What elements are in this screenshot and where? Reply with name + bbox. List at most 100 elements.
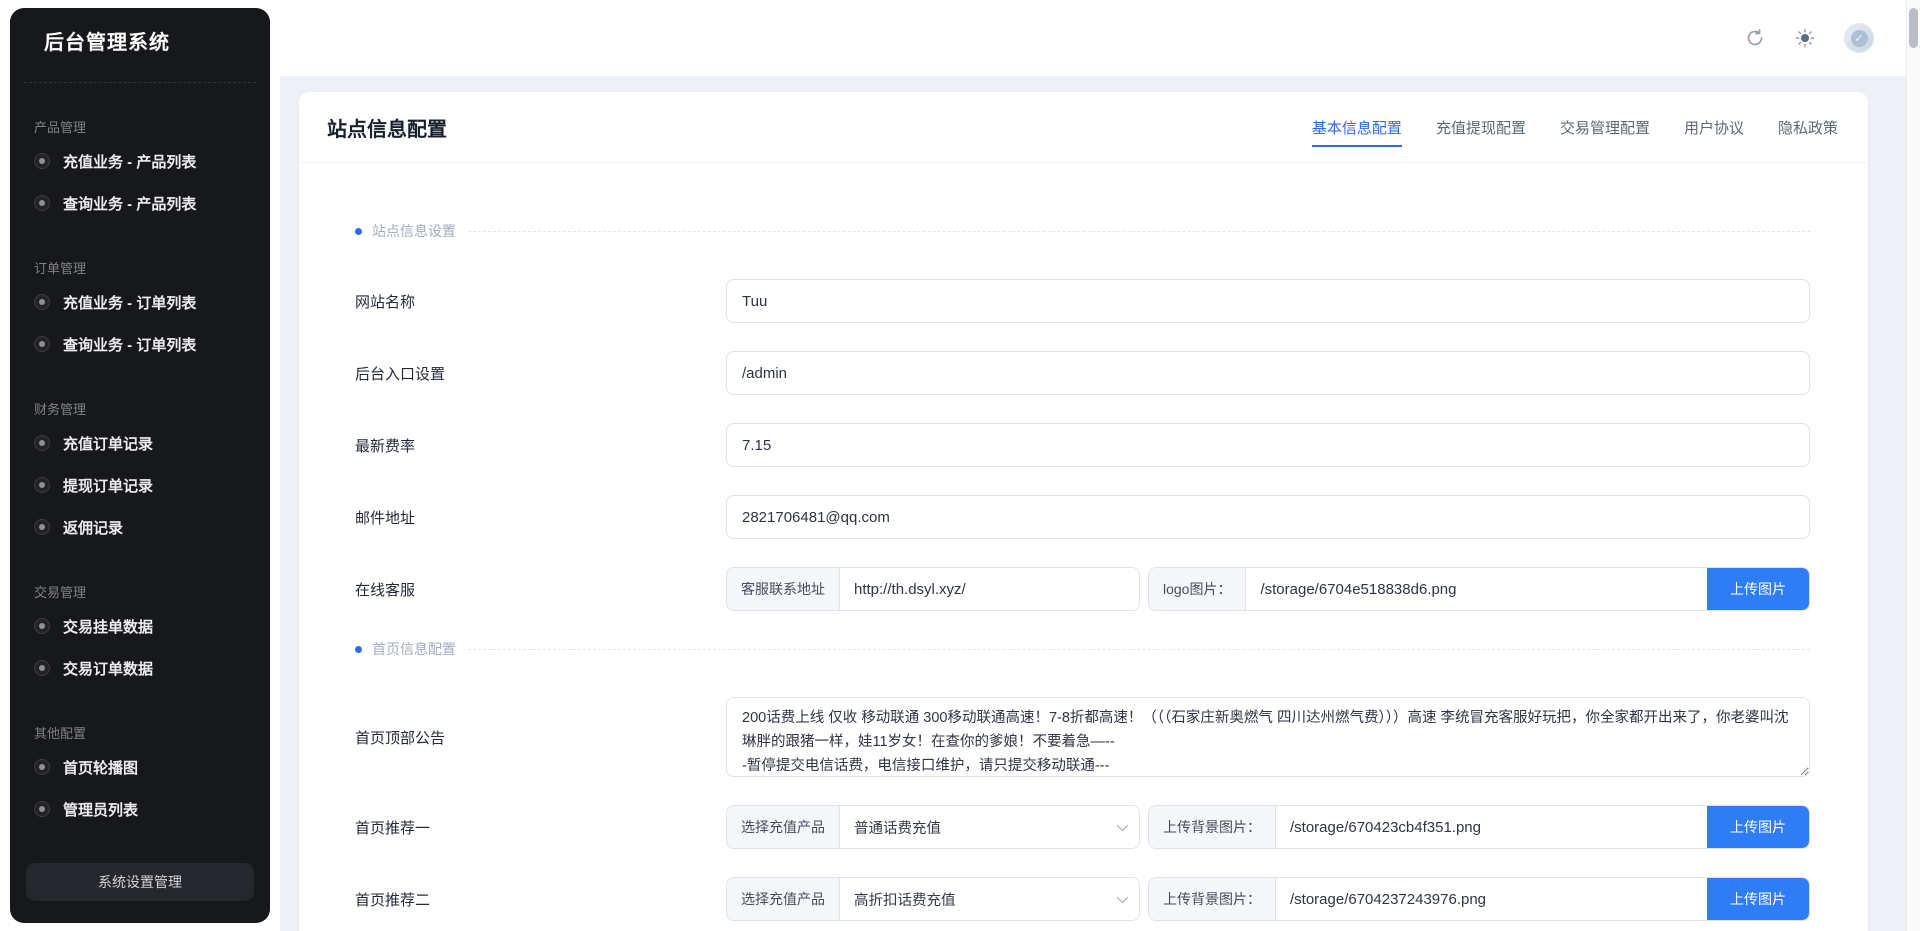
rec1-select-addon: 选择充值产品 [727,806,840,848]
section-site-info: 站点信息设置 [355,221,1810,241]
upload-rec2-bg-button[interactable]: 上传图片 [1707,878,1809,920]
site-name-input[interactable] [726,279,1810,323]
target-icon [34,294,50,310]
menu-group-other: 其他配置 [34,726,87,741]
card-header: 站点信息配置 基本信息配置 充值提现配置 交易管理配置 用户协议 隐私政策 [299,92,1868,163]
tab-trade-manage[interactable]: 交易管理配置 [1560,117,1650,147]
tab-recharge-withdraw[interactable]: 充值提现配置 [1436,117,1526,147]
rec1-product-group: 选择充值产品 普通话费充值 [726,805,1140,849]
sidebar-item-label: 充值订单记录 [63,435,154,453]
sidebar: 后台管理系统 产品管理 充值业务 - 产品列表 查询业务 - 产品列表 订单管理… [10,8,270,923]
service-url-input[interactable] [840,568,1138,610]
menu-group-products: 产品管理 [34,120,87,135]
topbar: ✓ [280,0,1906,76]
tab-user-agreement[interactable]: 用户协议 [1684,117,1744,147]
sidebar-item-recharge-records[interactable]: 充值订单记录 [10,422,270,464]
sidebar-item-label: 管理员列表 [63,801,139,819]
system-settings-button[interactable]: 系统设置管理 [26,863,254,901]
dashed-divider [468,230,1810,232]
selected-value: 高折扣话费充值 [854,892,956,909]
rec1-bg-group: 上传背景图片： 上传图片 [1148,805,1810,849]
field-label: 最新费率 [355,437,416,455]
config-tabs: 基本信息配置 充值提现配置 交易管理配置 用户协议 隐私政策 [1311,117,1838,147]
sidebar-item-query-orders[interactable]: 查询业务 - 订单列表 [10,323,270,365]
settings-card: 站点信息配置 基本信息配置 充值提现配置 交易管理配置 用户协议 隐私政策 站点… [299,92,1868,931]
menu-group-finance: 财务管理 [34,402,87,417]
target-icon [34,435,50,451]
target-icon [34,519,50,535]
sidebar-menu: 产品管理 充值业务 - 产品列表 查询业务 - 产品列表 订单管理 充值业务 -… [10,117,270,830]
tab-privacy-policy[interactable]: 隐私政策 [1778,117,1838,147]
target-icon [34,336,50,352]
sidebar-item-label: 查询业务 - 产品列表 [63,195,197,213]
target-icon [34,759,50,775]
section-label: 首页信息配置 [372,641,456,657]
target-icon [34,153,50,169]
row-email: 邮件地址 [355,495,1810,539]
upload-logo-button[interactable]: 上传图片 [1707,568,1809,610]
home-notice-textarea[interactable]: 200话费上线 仅收 移动联通 300移动联通高速！7-8折都高速！（（（石家庄… [726,697,1810,777]
rec2-product-group: 选择充值产品 高折扣话费充值 [726,877,1140,921]
field-label: 首页推荐二 [355,891,431,909]
rec1-product-select[interactable]: 普通话费充值 [840,806,1138,848]
target-icon [34,477,50,493]
scrollbar-thumb[interactable] [1909,8,1918,48]
target-icon [34,195,50,211]
menu-group-orders: 订单管理 [34,261,87,276]
menu-group-trade: 交易管理 [34,585,87,600]
logo-path-input[interactable] [1246,568,1707,610]
upload-rec1-bg-button[interactable]: 上传图片 [1707,806,1809,848]
service-url-addon: 客服联系地址 [727,568,840,610]
sidebar-divider [24,82,256,83]
rec2-bg-addon: 上传背景图片： [1149,878,1276,920]
sidebar-item-label: 充值业务 - 产品列表 [63,153,197,171]
sidebar-item-label: 交易挂单数据 [63,618,154,636]
rec2-bg-input[interactable] [1276,878,1707,920]
check-icon: ✓ [1850,29,1868,47]
user-avatar[interactable]: ✓ [1844,23,1874,53]
chevron-down-icon [1116,891,1129,904]
sidebar-item-trade-orders[interactable]: 交易订单数据 [10,647,270,689]
rec1-bg-addon: 上传背景图片： [1149,806,1276,848]
field-label: 首页顶部公告 [355,729,446,747]
row-latest-rate: 最新费率 [355,423,1810,467]
sidebar-item-label: 提现订单记录 [63,477,154,495]
sidebar-item-recharge-orders[interactable]: 充值业务 - 订单列表 [10,281,270,323]
field-label: 在线客服 [355,581,416,599]
sidebar-item-rebate-records[interactable]: 返佣记录 [10,506,270,548]
row-home-rec2: 首页推荐二 选择充值产品 高折扣话费充值 上传背景图片： 上传图片 [355,877,1810,921]
logo-addon: logo图片： [1149,568,1247,610]
sidebar-item-recharge-products[interactable]: 充值业务 - 产品列表 [10,140,270,182]
sidebar-item-label: 充值业务 - 订单列表 [63,294,197,312]
tab-basic-info[interactable]: 基本信息配置 [1311,117,1402,147]
section-label: 站点信息设置 [372,223,456,239]
rec1-bg-input[interactable] [1276,806,1707,848]
sidebar-item-label: 查询业务 - 订单列表 [63,336,197,354]
field-label: 邮件地址 [355,509,416,527]
window-scrollbar[interactable] [1906,0,1920,931]
content-area: 站点信息配置 基本信息配置 充值提现配置 交易管理配置 用户协议 隐私政策 站点… [280,76,1906,931]
target-icon [34,801,50,817]
field-label: 首页推荐一 [355,819,431,837]
bullet-icon [355,227,362,235]
sidebar-item-home-carousel[interactable]: 首页轮播图 [10,746,270,788]
service-url-group: 客服联系地址 [726,567,1140,611]
admin-entry-input[interactable] [726,351,1810,395]
rec2-product-select[interactable]: 高折扣话费充值 [840,878,1138,920]
target-icon [34,660,50,676]
sidebar-item-query-products[interactable]: 查询业务 - 产品列表 [10,182,270,224]
email-input[interactable] [726,495,1810,539]
theme-toggle-icon[interactable] [1794,27,1816,49]
rec2-select-addon: 选择充值产品 [727,878,840,920]
row-home-notice: 首页顶部公告 200话费上线 仅收 移动联通 300移动联通高速！7-8折都高速… [355,697,1810,777]
latest-rate-input[interactable] [726,423,1810,467]
sidebar-item-label: 返佣记录 [63,519,124,537]
form-body: 站点信息设置 网站名称 后台入口设置 最新费率 [299,163,1868,931]
sidebar-item-withdraw-records[interactable]: 提现订单记录 [10,464,270,506]
logo-path-group: logo图片： 上传图片 [1148,567,1810,611]
sidebar-item-trade-pending[interactable]: 交易挂单数据 [10,605,270,647]
refresh-icon[interactable] [1744,27,1766,49]
section-home-info: 首页信息配置 [355,639,1810,659]
sidebar-item-admin-list[interactable]: 管理员列表 [10,788,270,830]
row-home-rec1: 首页推荐一 选择充值产品 普通话费充值 上传背景图片： 上传图片 [355,805,1810,849]
